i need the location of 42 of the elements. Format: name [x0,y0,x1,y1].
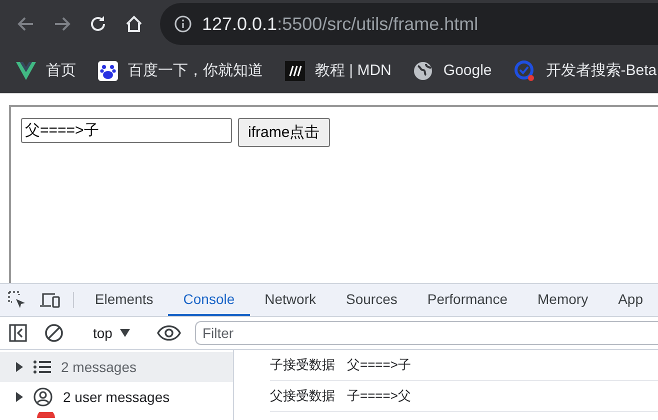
globe-icon [413,60,434,80]
paw-icon [98,60,118,80]
bookmark[interactable]: 开发者搜索-Beta [514,60,657,82]
log-value: 父====>子 [347,356,411,374]
search-logo-icon [514,60,536,82]
context-dropdown[interactable]: top [85,325,138,341]
sidebar-item[interactable]: 2 user messages [0,382,233,412]
devtools-tab[interactable]: Elements [80,284,168,316]
log-label: 子接受数据 [270,356,335,374]
devtools-tab[interactable]: Console [168,284,250,316]
log-label: 父接受数据 [270,387,335,405]
user-icon [33,387,53,407]
log-value: 子====>父 [347,387,411,405]
bookmark[interactable]: Google [413,60,492,80]
devtools-tab[interactable]: Memory [522,284,604,316]
eye-icon[interactable] [157,325,182,341]
inspect-icon[interactable] [6,290,27,310]
error-icon [36,412,56,418]
v-logo-icon [16,62,36,80]
sidebar-toggle-icon[interactable] [9,324,27,342]
devtools-tab[interactable]: App [603,284,658,316]
devtools-tab[interactable]: Performance [412,284,523,316]
bookmark[interactable]: 教程 | MDN [285,60,392,80]
device-icon[interactable] [39,291,62,309]
iframe-button[interactable]: iframe点击 [238,118,330,147]
expand-arrow-icon [16,362,23,372]
m-logo-icon [285,60,305,80]
bookmark[interactable]: 首页 [16,61,76,80]
devtools-tab[interactable]: Sources [331,284,412,316]
info-icon [174,15,192,33]
list-icon [33,360,51,374]
clear-icon[interactable] [44,323,64,343]
expand-arrow-icon [16,392,23,402]
sidebar-item[interactable]: 2 messages [0,352,233,382]
home-icon [124,14,144,34]
reload-icon [88,14,108,34]
devtools-tab[interactable]: Network [250,284,331,316]
caret-icon [120,329,130,337]
text-field[interactable]: 父====>子 [21,118,232,143]
address-bar[interactable]: 127.0.0.1:5500/src/utils/frame.html [160,3,658,45]
filter-field[interactable]: Filter [195,321,658,345]
bookmark[interactable]: 百度一下，你就知道 [98,60,263,80]
